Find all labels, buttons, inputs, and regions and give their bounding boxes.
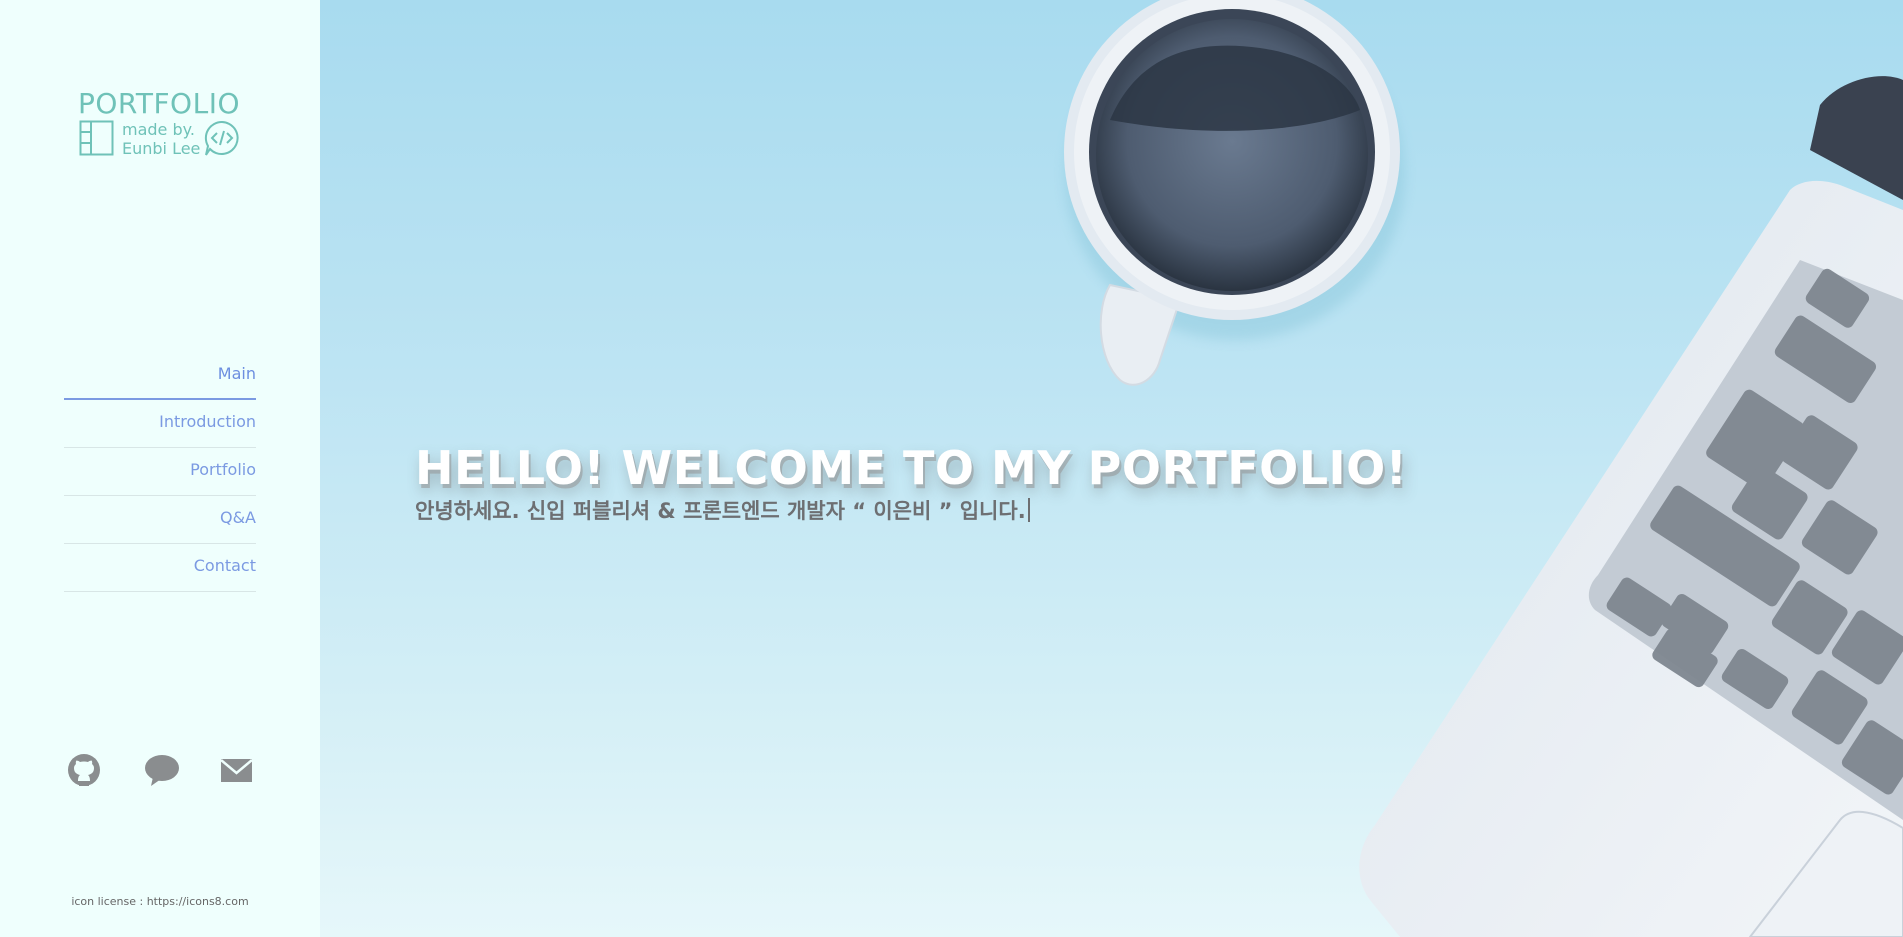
sidebar: PORTFOLIO made by. Eunbi Lee Main Introd…: [0, 0, 320, 937]
nav-item-qa[interactable]: Q&A: [64, 496, 256, 544]
hero-subtitle-text: 안녕하세요. 신입 퍼블리셔 & 프론트엔드 개발자 “ 이은비 ” 입니다.: [415, 499, 1026, 523]
chat-icon: [145, 755, 179, 786]
nav-item-introduction[interactable]: Introduction: [64, 400, 256, 448]
mail-link[interactable]: [218, 750, 258, 790]
nav-item-main[interactable]: Main: [64, 352, 256, 400]
github-link[interactable]: [64, 750, 104, 790]
chat-link[interactable]: [142, 750, 182, 790]
typing-cursor: [1027, 498, 1030, 522]
book-icon: [79, 120, 114, 156]
nav-item-portfolio[interactable]: Portfolio: [64, 448, 256, 496]
logo-made-by: made by.: [122, 120, 195, 139]
hero-subtitle: 안녕하세요. 신입 퍼블리셔 & 프론트엔드 개발자 “ 이은비 ” 입니다.: [415, 495, 1030, 525]
logo-title: PORTFOLIO: [78, 87, 240, 120]
logo-author: Eunbi Lee: [122, 139, 201, 158]
social-links: [64, 750, 256, 790]
mail-icon: [220, 759, 253, 782]
github-icon: [68, 754, 100, 786]
icon-license-text: icon license : https://icons8.com: [71, 895, 249, 908]
hero-title: HELLO! WELCOME TO MY PORTFOLIO!: [415, 440, 1408, 495]
nav-item-contact[interactable]: Contact: [64, 544, 256, 592]
code-bubble-icon: [204, 120, 239, 156]
portfolio-logo[interactable]: PORTFOLIO made by. Eunbi Lee: [78, 90, 243, 162]
main-nav: Main Introduction Portfolio Q&A Contact: [64, 352, 256, 592]
hero-section: HELLO! WELCOME TO MY PORTFOLIO! 안녕하세요. 신…: [320, 0, 1903, 937]
